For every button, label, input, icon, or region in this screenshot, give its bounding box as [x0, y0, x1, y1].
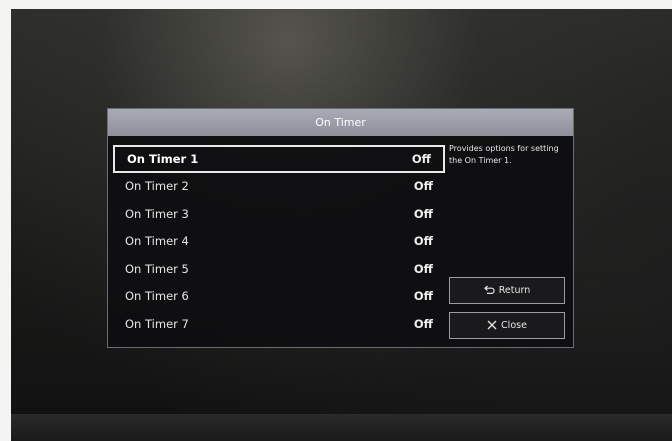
close-label: Close	[501, 320, 527, 331]
timer-item-value: Off	[413, 289, 433, 304]
timer-item-value: Off	[413, 234, 433, 249]
return-label: Return	[498, 285, 531, 296]
timer-item-label: On Timer 2	[125, 179, 189, 194]
timer-item-label: On Timer 6	[125, 289, 189, 304]
dialog-title: On Timer	[108, 109, 573, 136]
timer-list: On Timer 1 Off On Timer 2 Off On Timer 3…	[113, 145, 445, 338]
timer-item-label: On Timer 3	[125, 206, 189, 221]
timer-item-value: Off	[413, 179, 433, 194]
timer-item-value: Off	[413, 316, 433, 331]
close-button[interactable]: Close	[449, 312, 565, 339]
timer-item-6[interactable]: On Timer 6 Off	[113, 283, 445, 311]
timer-item-label: On Timer 5	[125, 261, 189, 276]
timer-item-3[interactable]: On Timer 3 Off	[113, 200, 445, 228]
timer-item-label: On Timer 7	[125, 316, 189, 331]
tv-bezel	[11, 414, 672, 441]
timer-item-5[interactable]: On Timer 5 Off	[113, 255, 445, 283]
timer-item-value: Off	[411, 151, 431, 166]
timer-item-value: Off	[413, 206, 433, 221]
on-timer-dialog: On Timer On Timer 1 Off On Timer 2 Off O…	[107, 108, 574, 348]
return-arrow-icon	[483, 285, 495, 296]
close-x-icon	[487, 320, 497, 332]
timer-item-label: On Timer 4	[125, 234, 189, 249]
return-button[interactable]: Return	[449, 277, 565, 304]
help-description: Provides options for setting the On Time…	[449, 144, 559, 165]
timer-item-7[interactable]: On Timer 7 Off	[113, 310, 445, 338]
timer-item-4[interactable]: On Timer 4 Off	[113, 228, 445, 256]
timer-item-label: On Timer 1	[127, 151, 199, 166]
timer-item-2[interactable]: On Timer 2 Off	[113, 173, 445, 201]
timer-item-1[interactable]: On Timer 1 Off	[113, 145, 445, 173]
timer-item-value: Off	[413, 261, 433, 276]
